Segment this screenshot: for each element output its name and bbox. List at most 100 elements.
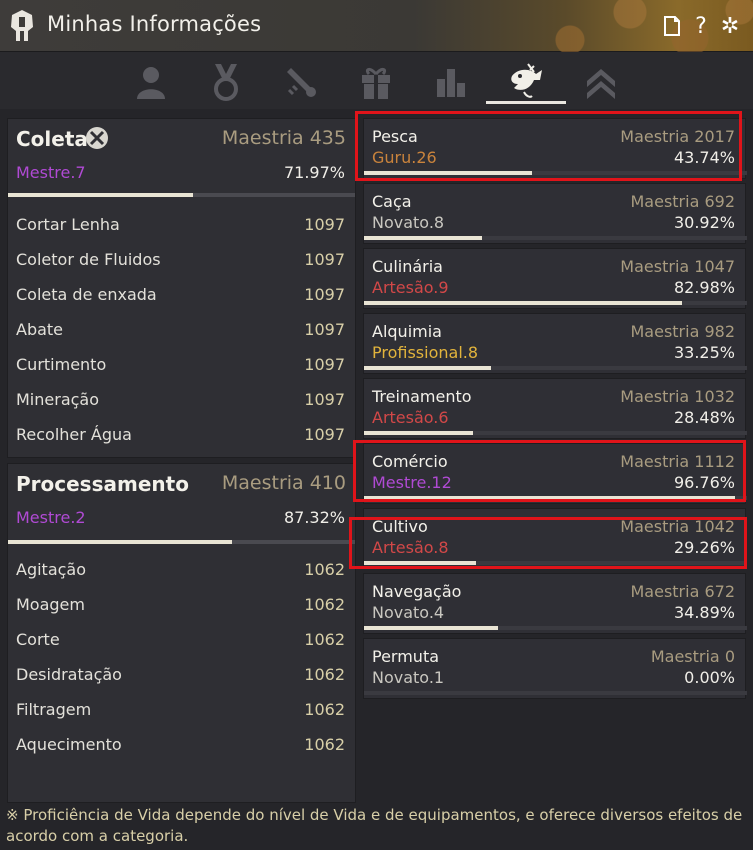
coleta-level: Mestre.7 [16, 163, 86, 182]
skill-mastery: Maestria 2017 [620, 127, 735, 146]
processamento-percent: 87.32% [283, 508, 345, 527]
processamento-progress-bar [8, 540, 355, 544]
help-icon[interactable]: ? [689, 14, 713, 39]
skill-card[interactable]: Pesca Maestria 2017 Guru.26 43.74% [363, 118, 747, 179]
skill-percent: 30.92% [673, 213, 735, 232]
skill-row[interactable]: Corte 1062 [8, 623, 355, 658]
stats-icon [437, 69, 465, 97]
skill-row-name: Moagem [16, 595, 85, 614]
skill-card[interactable]: Culinária Maestria 1047 Artesão.9 82.98% [363, 248, 747, 309]
tab-life-skill[interactable] [486, 60, 566, 104]
skill-level: Mestre.12 [372, 473, 452, 492]
skill-percent: 43.74% [673, 148, 735, 167]
tab-rank[interactable] [571, 60, 631, 104]
skill-card[interactable]: Treinamento Maestria 1032 Artesão.6 28.48% [363, 378, 747, 439]
skill-row-value: 1062 [304, 700, 345, 719]
skill-row[interactable]: Aquecimento 1062 [8, 728, 355, 763]
skill-card[interactable]: Caça Maestria 692 Novato.8 30.92% [363, 183, 747, 244]
skill-row-value: 1097 [304, 285, 345, 304]
skill-mastery: Maestria 1042 [620, 517, 735, 536]
processamento-mastery: Maestria 410 [221, 472, 346, 494]
skill-row[interactable]: Filtragem 1062 [8, 693, 355, 728]
rank-up-icon [587, 69, 615, 99]
skill-row[interactable]: Moagem 1062 [8, 588, 355, 623]
skill-card[interactable]: Comércio Maestria 1112 Mestre.12 96.76% [363, 443, 747, 504]
tab-gift[interactable] [346, 60, 406, 104]
skill-level: Profissional.8 [372, 343, 479, 362]
skill-mastery: Maestria 1032 [620, 387, 735, 406]
skill-level: Artesão.9 [372, 278, 449, 297]
skill-progress-fill [364, 171, 532, 175]
skill-row-value: 1062 [304, 735, 345, 754]
tab-bar [0, 52, 753, 109]
skill-row[interactable]: Agitação 1062 [8, 553, 355, 588]
skill-row[interactable]: Recolher Água 1097 [8, 418, 355, 453]
skill-percent: 96.76% [673, 473, 735, 492]
skill-level: Artesão.8 [372, 538, 449, 557]
skill-progress-bar [364, 691, 747, 695]
title-bar[interactable]: Minhas Informações ? ✲ [0, 0, 753, 52]
profile-icon [137, 67, 165, 99]
skill-row-value: 1097 [304, 390, 345, 409]
skill-mastery: Maestria 0 [650, 647, 735, 666]
footer-note: ※ Proficiência de Vida depende do nível … [6, 806, 743, 845]
skill-percent: 82.98% [673, 278, 735, 297]
skill-row-name: Recolher Água [16, 425, 132, 444]
skill-card[interactable]: Permuta Maestria 0 Novato.1 0.00% [363, 638, 747, 699]
page-icon[interactable] [660, 14, 684, 38]
skill-progress-fill [364, 496, 735, 500]
life-skill-icon [511, 62, 542, 98]
skill-progress-fill [364, 626, 498, 630]
skill-level: Artesão.6 [372, 408, 449, 427]
skill-name: Alquimia [372, 322, 442, 341]
skill-row-value: 1062 [304, 560, 345, 579]
scroll-icon [287, 68, 316, 97]
tab-medal[interactable] [196, 60, 256, 104]
skill-row-name: Agitação [16, 560, 87, 579]
skill-progress-fill [364, 561, 477, 565]
skill-mastery: Maestria 692 [630, 192, 735, 211]
helmet-logo-icon [11, 10, 33, 41]
skill-row-value: 1097 [304, 425, 345, 444]
skill-card[interactable]: Alquimia Maestria 982 Profissional.8 33.25% [363, 313, 747, 374]
skill-row-name: Coletor de Fluidos [16, 250, 161, 269]
skill-progress-fill [364, 431, 474, 435]
skill-row[interactable]: Mineração 1097 [8, 383, 355, 418]
skill-level: Novato.4 [372, 603, 445, 622]
skill-progress-bar [364, 236, 747, 240]
skill-card[interactable]: Cultivo Maestria 1042 Artesão.8 29.26% [363, 508, 747, 569]
skill-row[interactable]: Cortar Lenha 1097 [8, 208, 355, 243]
skill-name: Culinária [372, 257, 443, 276]
skill-row[interactable]: Curtimento 1097 [8, 348, 355, 383]
processamento-panel: Processamento Maestria 410 Mestre.2 87.3… [7, 463, 356, 803]
skill-row-name: Coleta de enxada [16, 285, 157, 304]
coleta-title: Coleta [16, 127, 88, 151]
skill-row-name: Curtimento [16, 355, 107, 374]
skill-row[interactable]: Coletor de Fluidos 1097 [8, 243, 355, 278]
coleta-panel: Coleta Maestria 435 Mestre.7 71.97% Cort… [7, 118, 356, 458]
skill-progress-fill [364, 366, 492, 370]
tab-stats[interactable] [421, 60, 481, 104]
skill-name: Caça [372, 192, 412, 211]
skill-name: Permuta [372, 647, 440, 666]
skill-level: Novato.8 [372, 213, 445, 232]
tab-profile[interactable] [121, 60, 181, 104]
coleta-mastery: Maestria 435 [221, 127, 346, 149]
skill-row[interactable]: Abate 1097 [8, 313, 355, 348]
skill-progress-bar [364, 171, 747, 175]
skill-row-name: Mineração [16, 390, 100, 409]
coleta-progress-fill [8, 193, 193, 197]
skill-row[interactable]: Coleta de enxada 1097 [8, 278, 355, 313]
skill-mastery: Maestria 1112 [620, 452, 735, 471]
skill-name: Comércio [372, 452, 448, 471]
tab-scroll[interactable] [271, 60, 331, 104]
skill-row[interactable]: Desidratação 1062 [8, 658, 355, 693]
skill-row-name: Aquecimento [16, 735, 122, 754]
medal-icon [214, 64, 238, 101]
skill-card[interactable]: Navegação Maestria 672 Novato.4 34.89% [363, 573, 747, 634]
skill-row-name: Desidratação [16, 665, 122, 684]
skill-mastery: Maestria 982 [630, 322, 735, 341]
skill-row-value: 1062 [304, 595, 345, 614]
skill-row-value: 1097 [304, 215, 345, 234]
gear-icon[interactable]: ✲ [718, 14, 742, 39]
